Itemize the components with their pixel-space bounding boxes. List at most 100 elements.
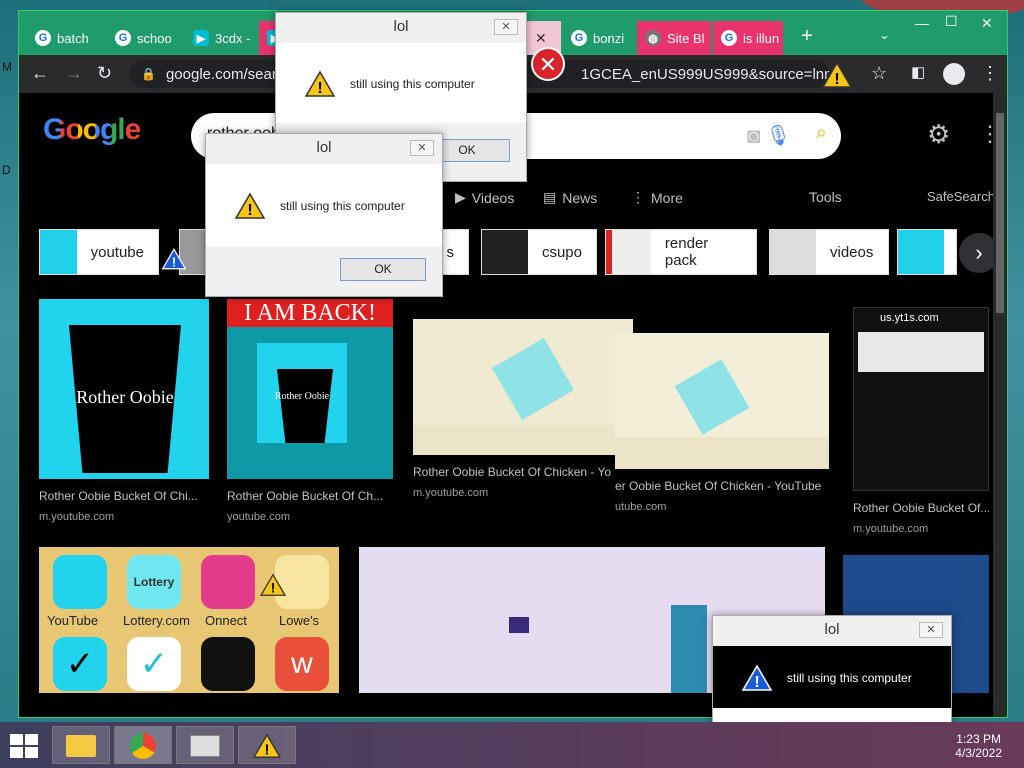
task-manager-taskbar-button[interactable] <box>176 726 234 764</box>
result-thumbnail <box>615 333 829 469</box>
scrollbar[interactable] <box>993 93 1007 717</box>
profile-avatar[interactable] <box>943 63 965 85</box>
menu-dots-icon[interactable]: ⋮ <box>981 63 999 83</box>
image-result[interactable]: I AM BACK! Rother Oobie Rother Oobie Buc… <box>227 299 393 523</box>
google-logo[interactable]: Google <box>43 113 141 147</box>
warning-taskbar-button[interactable]: ! <box>238 726 296 764</box>
thumbnail-caption: Rother Oobie <box>76 387 174 407</box>
browser-tab[interactable]: Gbatch <box>27 21 103 55</box>
monitor-icon <box>190 735 220 757</box>
browser-tab[interactable]: Gschoo <box>107 21 183 55</box>
chip-label: youtube <box>90 243 144 261</box>
tab-videos[interactable]: ▶ Videos <box>455 189 514 206</box>
google-icon: G <box>115 30 131 46</box>
tab-more[interactable]: ⋮ More <box>631 189 683 206</box>
dialog-body: ! still using this computer <box>206 164 442 248</box>
result-title: er Oobie Bucket Of Chicken - YouTube <box>615 479 822 493</box>
safesearch-button[interactable]: SafeSearch <box>927 189 995 204</box>
chip-thumbnail <box>898 230 944 274</box>
dialog-body: ! still using this computer <box>276 43 526 125</box>
minimize-button[interactable]: — <box>915 15 929 31</box>
news-icon: ▤ <box>543 189 557 205</box>
result-source: m.youtube.com <box>413 487 489 499</box>
search-icon[interactable]: ⌕ <box>816 122 827 145</box>
chip-thumbnail <box>482 230 528 274</box>
app-label: Onnect <box>205 613 247 628</box>
chip-youtube[interactable]: youtube <box>39 229 159 275</box>
nav-label: Videos <box>471 189 515 206</box>
google-icon: G <box>721 30 737 46</box>
chip-label: s <box>446 243 455 261</box>
chevron-down-icon[interactable]: ⌄ <box>879 27 890 43</box>
dialog-message: still using this computer <box>280 199 405 213</box>
onnect-app-icon <box>201 555 255 609</box>
tab-label: schoo <box>137 30 172 46</box>
close-icon[interactable]: ✕ <box>494 19 518 35</box>
system-clock[interactable]: 1:23 PM 4/3/2022 <box>955 732 1002 760</box>
image-result[interactable]: us.yt1s.com Rother Oobie Bucket Of... m.… <box>853 307 989 535</box>
ok-button[interactable]: OK <box>340 258 426 281</box>
google-icon: G <box>35 30 51 46</box>
desktop-icon-label[interactable]: D <box>2 163 11 177</box>
chip-more[interactable] <box>897 229 957 275</box>
result-title: Rother Oobie Bucket Of Chi... <box>39 489 198 503</box>
start-button[interactable] <box>10 734 38 758</box>
chrome-taskbar-button[interactable] <box>114 726 172 764</box>
close-window-button[interactable]: ✕ <box>981 15 993 32</box>
forward-arrow-icon[interactable]: → <box>65 63 83 83</box>
chip-label: render pack <box>664 235 709 269</box>
tab-label: bonzi <box>593 30 625 46</box>
youtube-icon: ▶ <box>267 30 275 46</box>
video-icon: ▶ <box>455 189 466 205</box>
image-result-thumbnail[interactable] <box>671 605 707 693</box>
browser-tab[interactable]: ▶ 3cdx - <box>185 21 257 55</box>
close-icon[interactable]: ✕ <box>919 622 943 638</box>
windows-logo-icon <box>25 747 38 758</box>
gear-icon[interactable]: ⚙ <box>927 119 950 150</box>
chip-thumbnail <box>770 230 816 274</box>
chip-csupo[interactable]: csupo <box>481 229 597 275</box>
desktop-icon-label[interactable]: M <box>2 60 12 74</box>
chip-render-pack[interactable]: render pack <box>605 229 757 275</box>
thumbnail-site: us.yt1s.com <box>880 312 939 324</box>
close-tab-icon[interactable]: ✕ <box>535 30 547 47</box>
globe-icon: ◍ <box>645 30 661 46</box>
scrollbar-thumb[interactable] <box>996 113 1004 313</box>
close-icon[interactable]: ✕ <box>410 140 434 156</box>
file-explorer-taskbar-button[interactable] <box>52 726 110 764</box>
dialog-body: ! still using this computer <box>713 646 951 710</box>
result-thumbnail: I AM BACK! Rother Oobie <box>227 299 393 479</box>
star-bookmark-icon[interactable]: ☆ <box>871 63 887 83</box>
result-source: utube.com <box>615 501 667 513</box>
back-arrow-icon[interactable]: ← <box>31 63 49 83</box>
tools-button[interactable]: Tools <box>809 189 842 205</box>
message-dialog: lol ✕ ! still using this computer OK <box>205 133 443 297</box>
tab-news[interactable]: ▤ News <box>543 189 597 206</box>
reload-icon[interactable]: ↻ <box>97 63 112 83</box>
camera-icon[interactable]: ◙ <box>747 123 760 149</box>
svg-text:!: ! <box>754 674 759 691</box>
image-result[interactable]: Rother Oobie Bucket Of Chicken - Yo m.yo… <box>413 319 633 499</box>
browser-tab[interactable]: Gbonzi <box>563 21 635 55</box>
dialog-title: lol <box>276 13 526 43</box>
image-result[interactable]: er Oobie Bucket Of Chicken - YouTube utu… <box>615 333 829 513</box>
game-controls <box>413 425 633 455</box>
browser-tab[interactable]: Gis illun <box>713 21 783 55</box>
wish-app-icon: w <box>275 637 329 691</box>
new-tab-button[interactable]: + <box>801 25 813 48</box>
warning-icon: ! <box>161 248 187 270</box>
chip-videos[interactable]: videos <box>769 229 889 275</box>
image-result[interactable]: Lottery YouTube Lottery.com Onnect Lowe'… <box>39 547 339 693</box>
browser-tab[interactable]: ◍ Site Bl <box>637 21 711 55</box>
side-panel-icon[interactable]: ◧ <box>911 63 925 83</box>
chip-thumbnail <box>606 230 651 274</box>
image-result[interactable]: Rother Oobie Rother Oobie Bucket Of Chi.… <box>39 299 209 523</box>
app-label: Lottery.com <box>123 613 190 628</box>
result-thumbnail: Lottery YouTube Lottery.com Onnect Lowe'… <box>39 547 339 693</box>
microphone-icon[interactable]: 🎙 <box>766 123 791 148</box>
svg-text:!: ! <box>172 254 176 269</box>
maximize-button[interactable]: ☐ <box>945 13 958 30</box>
result-source: youtube.com <box>227 511 290 523</box>
app-label: YouTube <box>47 613 99 628</box>
browser-tab[interactable]: ▶ <box>259 21 275 55</box>
